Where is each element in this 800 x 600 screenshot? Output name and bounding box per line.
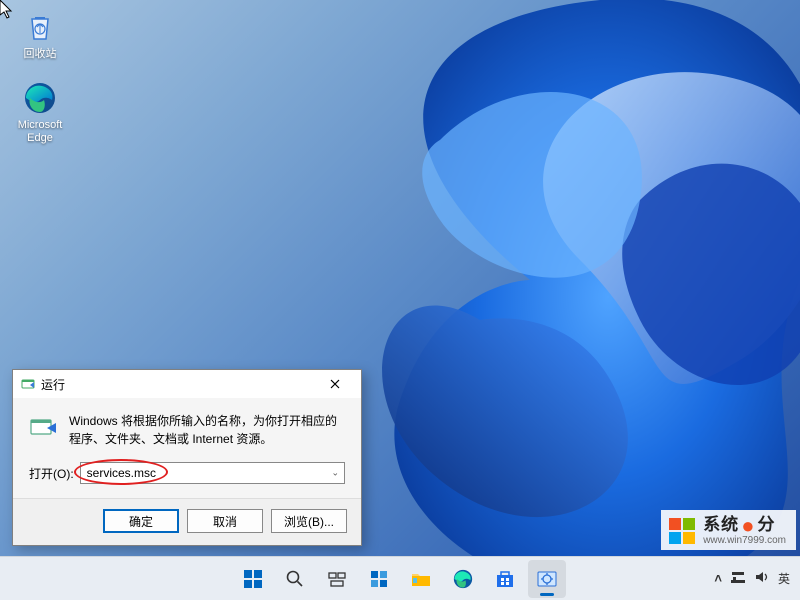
watermark-brand-a: 系统 xyxy=(703,516,739,535)
services-icon xyxy=(536,568,558,590)
edge-icon[interactable]: Microsoft Edge xyxy=(8,79,72,145)
close-button[interactable] xyxy=(315,373,355,395)
ok-button[interactable]: 确定 xyxy=(103,509,179,533)
explorer-button[interactable] xyxy=(402,560,440,598)
widgets-button[interactable] xyxy=(360,560,398,598)
taskbar: ˄ 英 xyxy=(0,556,800,600)
run-dialog: 运行 Windows 将根据你所输入的名称，为你打开相应的程序、文件夹、文档或 … xyxy=(12,369,362,546)
recycle-bin-icon[interactable]: 回收站 xyxy=(8,8,72,61)
volume-icon[interactable] xyxy=(754,569,770,588)
open-label: 打开(O): xyxy=(29,465,74,482)
browse-button[interactable]: 浏览(B)... xyxy=(271,509,347,533)
edge-taskbar-button[interactable] xyxy=(444,560,482,598)
watermark-brand-b: 分 xyxy=(757,516,775,535)
run-description: Windows 将根据你所输入的名称，为你打开相应的程序、文件夹、文档或 Int… xyxy=(69,412,345,448)
watermark: 系统 ● 分 www.win7999.com xyxy=(661,510,796,550)
taskbar-right: ˄ 英 xyxy=(714,557,790,600)
network-icon[interactable] xyxy=(730,569,746,588)
cancel-button[interactable]: 取消 xyxy=(187,509,263,533)
ime-indicator[interactable]: 英 xyxy=(778,570,790,587)
taskbar-center xyxy=(234,560,566,598)
mouse-cursor xyxy=(0,0,14,25)
tray-chevron-icon[interactable]: ˄ xyxy=(714,571,722,586)
search-button[interactable] xyxy=(276,560,314,598)
run-input[interactable] xyxy=(80,462,345,484)
start-button[interactable] xyxy=(234,560,272,598)
edge-icon xyxy=(452,568,474,590)
desktop: 回收站 xyxy=(0,0,800,600)
services-taskbar-button[interactable] xyxy=(528,560,566,598)
task-view-button[interactable] xyxy=(318,560,356,598)
run-title-icon xyxy=(21,377,35,391)
recycle-bin-label: 回收站 xyxy=(24,48,57,61)
store-button[interactable] xyxy=(486,560,524,598)
folder-icon xyxy=(410,568,432,590)
close-icon xyxy=(330,379,340,389)
edge-label: Microsoft Edge xyxy=(18,119,63,145)
widgets-icon xyxy=(369,569,389,589)
windows-icon xyxy=(242,568,264,590)
run-dialog-icon xyxy=(29,414,57,442)
run-titlebar[interactable]: 运行 xyxy=(13,370,361,398)
watermark-url: www.win7999.com xyxy=(703,535,786,546)
search-icon xyxy=(285,569,305,589)
task-view-icon xyxy=(327,569,347,589)
desktop-icons: 回收站 xyxy=(8,8,72,146)
run-title: 运行 xyxy=(41,376,65,393)
store-icon xyxy=(494,568,516,590)
microsoft-logo-icon xyxy=(669,518,695,544)
